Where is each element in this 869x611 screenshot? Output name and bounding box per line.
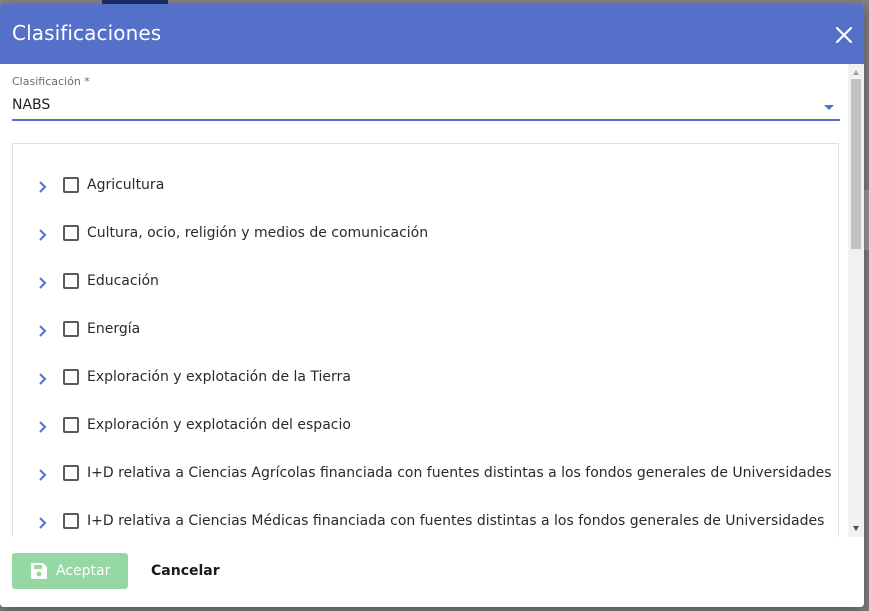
node-label: I+D relativa a Ciencias Médicas financia… bbox=[87, 513, 825, 529]
chevron-right-icon bbox=[39, 181, 47, 193]
save-icon bbox=[31, 563, 47, 579]
accept-button-label: Aceptar bbox=[56, 563, 111, 579]
chevron-right-icon bbox=[39, 373, 47, 385]
node-label: Agricultura bbox=[87, 177, 165, 193]
chevron-right-icon bbox=[39, 517, 47, 529]
node-checkbox[interactable] bbox=[63, 369, 79, 385]
tree-node: Cultura, ocio, religión y medios de comu… bbox=[13, 215, 838, 263]
dialog-content: Clasificación * NABS Agricultura Cultura… bbox=[0, 64, 864, 537]
dialog-title: Clasificaciones bbox=[12, 21, 162, 45]
scroll-down-arrow-icon[interactable] bbox=[853, 526, 859, 531]
node-label: I+D relativa a Ciencias Agrícolas financ… bbox=[87, 465, 832, 481]
dialog-footer: Aceptar Cancelar bbox=[0, 537, 864, 607]
node-checkbox[interactable] bbox=[63, 225, 79, 241]
node-label: Exploración y explotación de la Tierra bbox=[87, 369, 351, 385]
node-label: Educación bbox=[87, 273, 159, 289]
close-icon bbox=[835, 26, 853, 44]
backdrop-panel-edge bbox=[864, 190, 869, 250]
expand-node-button[interactable] bbox=[33, 369, 53, 389]
node-label: Cultura, ocio, religión y medios de comu… bbox=[87, 225, 429, 241]
classification-tree: Agricultura Cultura, ocio, religión y me… bbox=[12, 143, 839, 537]
expand-node-button[interactable] bbox=[33, 417, 53, 437]
node-label: Energía bbox=[87, 321, 141, 337]
chevron-right-icon bbox=[39, 325, 47, 337]
chevron-right-icon bbox=[39, 421, 47, 433]
scroll-up-arrow-icon[interactable] bbox=[853, 70, 859, 75]
tree-node: I+D relativa a Ciencias Agrícolas financ… bbox=[13, 455, 838, 503]
tree-node: Exploración y explotación del espacio bbox=[13, 407, 838, 455]
node-checkbox[interactable] bbox=[63, 177, 79, 193]
chevron-right-icon bbox=[39, 469, 47, 481]
chevron-right-icon bbox=[39, 277, 47, 289]
classification-select-label: Clasificación * bbox=[12, 75, 90, 88]
content-scrollbar[interactable] bbox=[848, 64, 864, 537]
expand-node-button[interactable] bbox=[33, 273, 53, 293]
node-checkbox[interactable] bbox=[63, 417, 79, 433]
expand-node-button[interactable] bbox=[33, 465, 53, 485]
tree-node: Exploración y explotación de la Tierra bbox=[13, 359, 838, 407]
node-label: Exploración y explotación del espacio bbox=[87, 417, 351, 433]
scrollbar-thumb[interactable] bbox=[851, 79, 861, 249]
node-checkbox[interactable] bbox=[63, 273, 79, 289]
expand-node-button[interactable] bbox=[33, 513, 53, 533]
node-checkbox[interactable] bbox=[63, 465, 79, 481]
expand-node-button[interactable] bbox=[33, 177, 53, 197]
classification-select-value: NABS bbox=[12, 97, 51, 113]
tree-node: I+D relativa a Ciencias Médicas financia… bbox=[13, 503, 838, 537]
expand-node-button[interactable] bbox=[33, 321, 53, 341]
close-button[interactable] bbox=[832, 23, 856, 47]
accept-button[interactable]: Aceptar bbox=[12, 553, 128, 589]
chevron-down-icon[interactable] bbox=[824, 105, 834, 110]
chevron-right-icon bbox=[39, 229, 47, 241]
node-checkbox[interactable] bbox=[63, 321, 79, 337]
tree-node: Energía bbox=[13, 311, 838, 359]
select-underline bbox=[12, 119, 840, 121]
dialog-header: Clasificaciones bbox=[0, 4, 864, 64]
classification-dialog: Clasificaciones Clasificación * NABS Agr… bbox=[0, 4, 864, 607]
expand-node-button[interactable] bbox=[33, 225, 53, 245]
node-checkbox[interactable] bbox=[63, 513, 79, 529]
tree-node: Agricultura bbox=[13, 167, 838, 215]
classification-select[interactable]: Clasificación * NABS bbox=[12, 72, 840, 122]
tree-node: Educación bbox=[13, 263, 838, 311]
cancel-button[interactable]: Cancelar bbox=[151, 563, 220, 579]
